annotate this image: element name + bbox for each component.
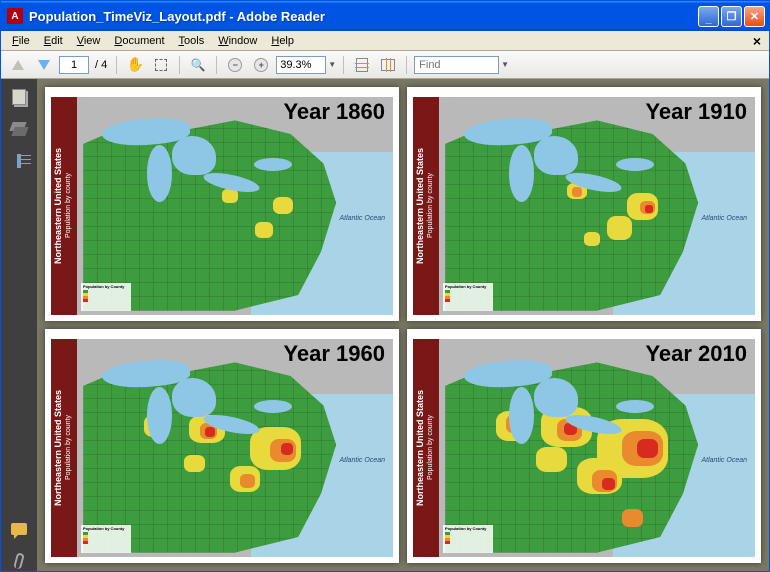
menu-edit[interactable]: Edit (37, 33, 70, 49)
year-label: Year 1860 (283, 99, 385, 125)
adobe-reader-icon: A (7, 8, 23, 24)
page-total-label: / 4 (93, 59, 109, 71)
find-input[interactable] (414, 56, 499, 74)
zoom-input[interactable] (276, 56, 326, 74)
close-button[interactable]: ✕ (744, 6, 765, 27)
map-title-sidebar: Northeastern United StatesPopulation by … (413, 97, 439, 315)
year-label: Year 2010 (645, 341, 747, 367)
page-thumbnail[interactable]: Northeastern United StatesPopulation by … (407, 329, 761, 563)
map-title-sidebar: Northeastern United StatesPopulation by … (51, 97, 77, 315)
fit-page-button[interactable] (351, 54, 373, 76)
fit-width-icon (381, 59, 395, 71)
comments-panel-button[interactable] (9, 519, 29, 539)
bookmarks-panel-button[interactable] (9, 151, 29, 171)
zoom-tool-button[interactable]: 🔍 (187, 54, 209, 76)
menu-view[interactable]: View (70, 33, 108, 49)
year-label: Year 1960 (283, 341, 385, 367)
marquee-icon (155, 59, 167, 71)
menu-document[interactable]: Document (107, 33, 171, 49)
pages-icon (12, 89, 26, 105)
layers-icon (11, 122, 27, 136)
find-dropdown-icon[interactable]: ▼ (501, 60, 509, 69)
hand-icon: ✋ (127, 56, 144, 73)
page-thumbnail[interactable]: Northeastern United StatesPopulation by … (45, 87, 399, 321)
menu-file[interactable]: File (5, 33, 37, 49)
map-legend: Population by County (443, 525, 493, 553)
menu-help[interactable]: Help (264, 33, 301, 49)
menu-window[interactable]: Window (211, 33, 264, 49)
minimize-button[interactable]: _ (698, 6, 719, 27)
fit-width-button[interactable] (377, 54, 399, 76)
minus-icon: − (228, 58, 242, 72)
paperclip-icon (13, 552, 25, 570)
window-titlebar: A Population_TimeViz_Layout.pdf - Adobe … (1, 1, 769, 31)
comment-icon (11, 523, 27, 535)
zoom-in-button[interactable]: + (250, 54, 272, 76)
attachments-panel-button[interactable] (9, 551, 29, 571)
map-canvas: Year 1960 Atlantic Ocean (77, 339, 393, 557)
map-title-sidebar: Northeastern United StatesPopulation by … (413, 339, 439, 557)
hand-tool-button[interactable]: ✋ (124, 54, 146, 76)
window-title: Population_TimeViz_Layout.pdf - Adobe Re… (29, 9, 698, 24)
arrow-down-icon (38, 60, 50, 70)
map-legend: Population by County (81, 525, 131, 553)
toolbar: / 4 ✋ 🔍 − + ▼ ▼ (1, 51, 769, 79)
menu-tools[interactable]: Tools (172, 33, 212, 49)
page-thumbnail[interactable]: Northeastern United StatesPopulation by … (407, 87, 761, 321)
next-page-button[interactable] (33, 54, 55, 76)
map-canvas: Year 1910 Atlantic Ocean Population by C… (439, 97, 755, 315)
menubar: File Edit View Document Tools Window Hel… (1, 31, 769, 51)
nav-panel (1, 79, 37, 571)
select-tool-button[interactable] (150, 54, 172, 76)
prev-page-button[interactable] (7, 54, 29, 76)
pages-panel-button[interactable] (9, 87, 29, 107)
layers-panel-button[interactable] (9, 119, 29, 139)
map-legend: Population by County (81, 283, 131, 311)
fit-page-icon (356, 58, 368, 72)
year-label: Year 1910 (645, 99, 747, 125)
zoom-out-button[interactable]: − (224, 54, 246, 76)
map-canvas: Year 1860 Atlantic Ocean Population by C… (77, 97, 393, 315)
zoom-dropdown-icon[interactable]: ▼ (328, 60, 336, 69)
bookmarks-icon (17, 154, 21, 168)
map-title-sidebar: Northeastern United StatesPopulation by … (51, 339, 77, 557)
maximize-button[interactable]: ❐ (721, 6, 742, 27)
magnifier-icon: 🔍 (191, 58, 206, 72)
document-view[interactable]: Northeastern United StatesPopulation by … (37, 79, 769, 571)
arrow-up-icon (12, 60, 24, 70)
map-legend: Population by County (443, 283, 493, 311)
map-canvas: Year 2010 Atlantic Ocean (439, 339, 755, 557)
page-number-input[interactable] (59, 56, 89, 74)
close-doc-button[interactable]: × (749, 33, 765, 49)
plus-icon: + (254, 58, 268, 72)
page-thumbnail[interactable]: Northeastern United StatesPopulation by … (45, 329, 399, 563)
